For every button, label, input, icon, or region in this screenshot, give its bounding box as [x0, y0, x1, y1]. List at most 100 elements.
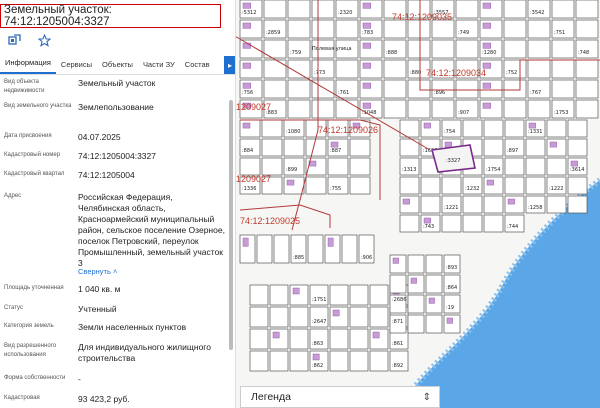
tab-information[interactable]: Информация [0, 58, 56, 74]
cadastral-plot[interactable] [431, 19, 455, 39]
cadastral-plot[interactable] [335, 99, 359, 119]
cadastral-plot[interactable] [431, 99, 455, 119]
tab-parcel-parts[interactable]: Части ЗУ [138, 60, 180, 74]
cadastral-plot[interactable] [551, 79, 575, 99]
cadastral-plot[interactable] [239, 59, 263, 79]
cadastral-plot[interactable] [311, 19, 335, 39]
cadastral-plot[interactable] [287, 0, 311, 19]
cadastral-plot[interactable] [425, 294, 443, 314]
cadastral-plot[interactable] [256, 234, 273, 264]
cadastral-plot[interactable] [359, 79, 383, 99]
cadastral-plot[interactable] [249, 350, 269, 372]
cadastral-plot[interactable] [349, 350, 369, 372]
cadastral-plot[interactable] [525, 138, 546, 157]
cadastral-plot[interactable] [479, 99, 503, 119]
cadastral-plot[interactable] [546, 119, 567, 138]
cadastral-plot[interactable] [407, 254, 425, 274]
cadastral-plot[interactable] [525, 157, 546, 176]
cadastral-plot[interactable] [349, 176, 371, 195]
cadastral-plot[interactable] [575, 59, 599, 79]
cadastral-plot[interactable] [503, 39, 527, 59]
cadastral-plot[interactable] [369, 350, 389, 372]
cadastral-plot[interactable] [349, 138, 371, 157]
cadastral-plot[interactable] [399, 176, 420, 195]
panel-scrollbar[interactable] [229, 100, 233, 350]
cadastral-plot[interactable] [527, 59, 551, 79]
cadastral-plot[interactable] [305, 176, 327, 195]
cadastral-plot[interactable] [269, 284, 289, 306]
cadastral-plot[interactable] [335, 59, 359, 79]
cadastral-plot[interactable] [359, 39, 383, 59]
cadastral-plot[interactable] [239, 157, 261, 176]
favorite-button[interactable] [34, 30, 54, 50]
cadastral-plot[interactable] [249, 328, 269, 350]
cadastral-plot[interactable] [383, 19, 407, 39]
cadastral-plot[interactable] [425, 254, 443, 274]
cadastral-plot[interactable] [359, 0, 383, 19]
cadastral-plot[interactable] [504, 176, 525, 195]
cadastral-plot[interactable] [527, 99, 551, 119]
cadastral-plot[interactable] [546, 157, 567, 176]
cadastral-plot[interactable] [263, 79, 287, 99]
cadastral-plot[interactable] [399, 214, 420, 233]
cadastral-plot[interactable] [289, 328, 309, 350]
tab-services[interactable]: Сервисы [56, 60, 97, 74]
cadastral-plot[interactable] [329, 350, 349, 372]
cadastral-plot[interactable] [551, 59, 575, 79]
cadastral-plot[interactable] [504, 119, 525, 138]
tab-composition[interactable]: Состав [180, 60, 215, 74]
cadastral-plot[interactable] [383, 59, 407, 79]
cadastral-plot[interactable] [462, 195, 483, 214]
cadastral-plot[interactable] [503, 79, 527, 99]
tabs-scroll-right-button[interactable]: ▸ [224, 56, 235, 74]
cadastral-plot[interactable] [546, 195, 567, 214]
cadastral-plot[interactable] [287, 19, 311, 39]
cadastral-plot[interactable] [420, 195, 441, 214]
cadastral-plot[interactable] [239, 119, 261, 138]
cadastral-plot[interactable] [269, 306, 289, 328]
cadastral-plot[interactable] [567, 176, 588, 195]
cadastral-plot[interactable] [441, 176, 462, 195]
cadastral-plot[interactable] [283, 176, 305, 195]
cadastral-plot[interactable] [389, 254, 407, 274]
cadastral-plot[interactable] [239, 39, 263, 59]
cadastral-plot[interactable] [407, 99, 431, 119]
cadastral-plot[interactable] [383, 79, 407, 99]
cadastral-plot[interactable] [503, 99, 527, 119]
cadastral-plot[interactable] [307, 234, 324, 264]
cadastral-plot[interactable] [575, 19, 599, 39]
cadastral-plot[interactable] [287, 99, 311, 119]
cadastral-plot[interactable] [479, 19, 503, 39]
cadastral-plot[interactable] [329, 328, 349, 350]
cadastral-plot[interactable] [407, 294, 425, 314]
cadastral-plot[interactable] [407, 19, 431, 39]
cadastral-plot[interactable] [527, 39, 551, 59]
cadastral-plot[interactable] [305, 138, 327, 157]
cadastral-plot[interactable] [567, 138, 588, 157]
cadastral-plot[interactable] [504, 157, 525, 176]
cadastral-plot[interactable] [575, 99, 599, 119]
cadastral-plot[interactable] [479, 0, 503, 19]
cadastral-plot[interactable] [311, 0, 335, 19]
cadastral-plot[interactable] [261, 157, 283, 176]
cadastral-plot[interactable] [425, 274, 443, 294]
cadastral-plot[interactable] [551, 0, 575, 19]
cadastral-plot[interactable] [407, 39, 431, 59]
cadastral-plot[interactable] [441, 214, 462, 233]
cadastral-plot[interactable] [503, 19, 527, 39]
cadastral-plot[interactable] [420, 176, 441, 195]
cadastral-plot[interactable] [283, 138, 305, 157]
cadastral-plot[interactable] [455, 79, 479, 99]
cadastral-plot[interactable] [443, 314, 461, 334]
cadastral-plot[interactable] [383, 99, 407, 119]
cadastral-plot[interactable] [431, 39, 455, 59]
cadastral-plot[interactable] [483, 138, 504, 157]
cadastral-plot[interactable] [504, 195, 525, 214]
cadastral-plot[interactable] [341, 234, 358, 264]
cadastral-plot[interactable] [462, 214, 483, 233]
cadastral-plot[interactable] [359, 59, 383, 79]
cadastral-plot[interactable] [425, 314, 443, 334]
cadastral-plot[interactable] [287, 79, 311, 99]
cadastral-plot[interactable] [407, 314, 425, 334]
cadastral-plot[interactable] [575, 79, 599, 99]
